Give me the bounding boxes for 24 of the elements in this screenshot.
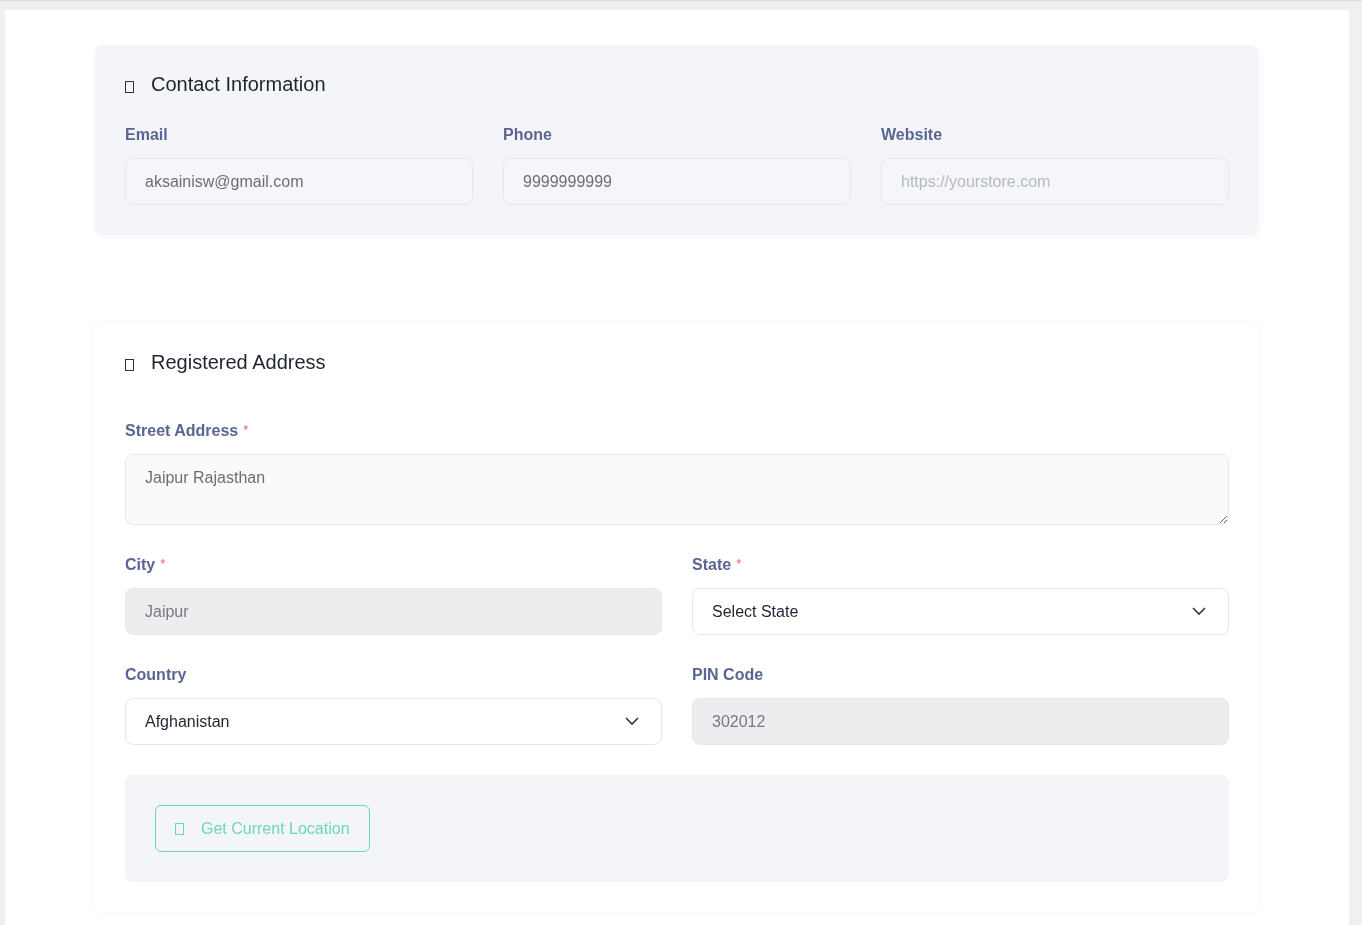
chevron-down-icon	[1192, 607, 1206, 616]
field-label: Phone	[503, 126, 552, 143]
chevron-down-icon	[625, 717, 639, 726]
field-label: Website	[881, 126, 943, 143]
missing-glyph-icon	[125, 358, 134, 371]
select-field[interactable]: Select State	[692, 588, 1229, 635]
required-mark: *	[736, 556, 742, 571]
input-field[interactable]: https://yourstore.com	[881, 158, 1229, 205]
field-label: Email	[125, 126, 168, 143]
missing-glyph-icon	[175, 822, 184, 835]
select-field[interactable]: Afghanistan	[125, 698, 662, 745]
field-label: City	[125, 556, 156, 573]
text-area[interactable]: Jaipur Rajasthan	[125, 454, 1229, 525]
field-label: State	[692, 556, 732, 573]
field-label: Country	[125, 666, 187, 683]
input-field[interactable]: aksainisw@gmail.com	[125, 158, 473, 205]
field-label: PIN Code	[692, 666, 764, 683]
required-mark: *	[243, 422, 249, 437]
required-mark: *	[160, 556, 166, 571]
input-field[interactable]: 9999999999	[503, 158, 851, 205]
missing-glyph-icon	[125, 80, 134, 93]
section-title: Contact Information	[151, 73, 326, 96]
field-label: Street Address	[125, 422, 239, 439]
section-title: Registered Address	[151, 351, 326, 374]
